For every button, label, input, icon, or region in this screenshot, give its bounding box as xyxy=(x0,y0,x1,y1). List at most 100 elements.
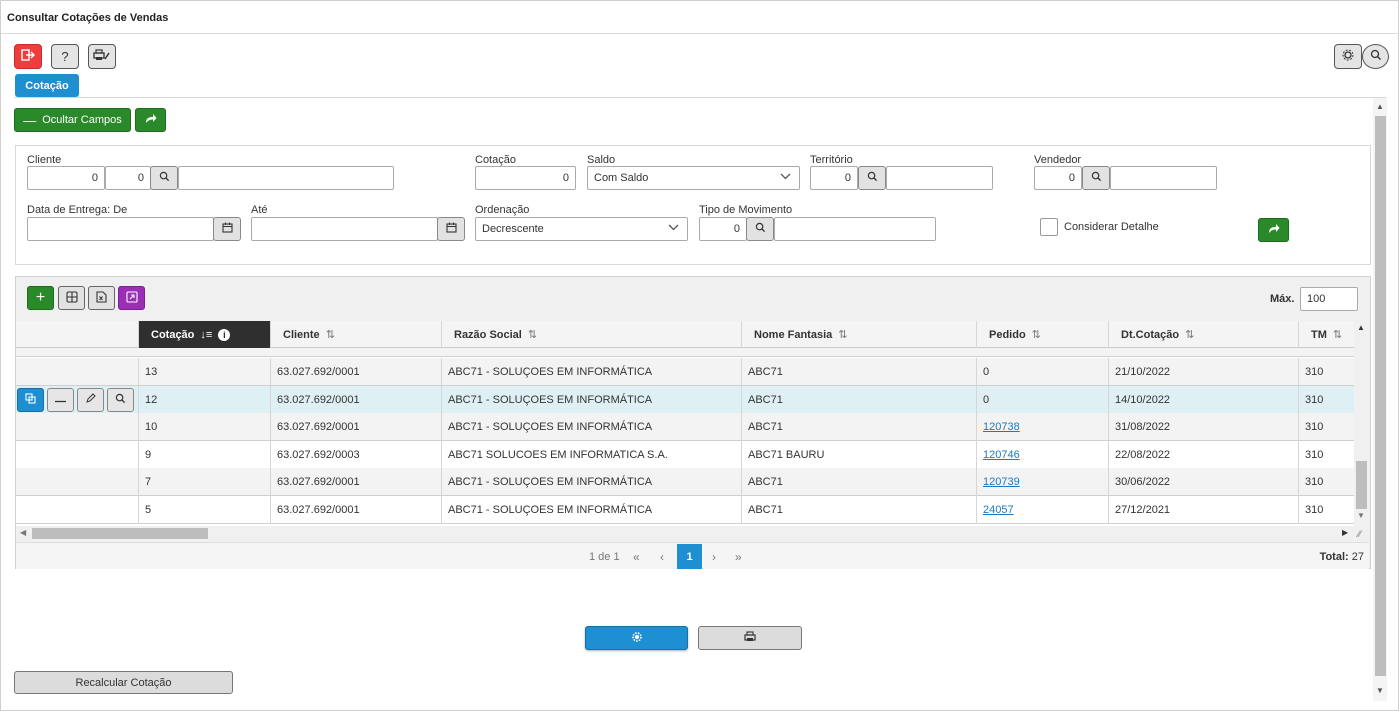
resize-handle-icon[interactable]: ⁄⁄ xyxy=(1358,529,1361,539)
cell-razao: ABC71 SOLUCOES EM INFORMATICA S.A. xyxy=(442,440,742,469)
tipo-movimento-name-field[interactable] xyxy=(774,217,936,241)
table-row[interactable]: 7 63.027.692/0001 ABC71 - SOLUÇOES EM INFO… xyxy=(16,468,1354,497)
cliente-name-field[interactable] xyxy=(178,166,394,190)
recalcular-cotacao-button[interactable]: Recalcular Cotação xyxy=(14,671,233,694)
column-header-cotacao[interactable]: Cotação ↓≡ i xyxy=(139,321,271,348)
cotacao-input[interactable]: 0 xyxy=(475,166,576,190)
table-row[interactable]: 10 63.027.692/0001 ABC71 - SOLUÇOES EM INF… xyxy=(16,413,1354,442)
scroll-up-icon[interactable]: ▲ xyxy=(1373,100,1387,114)
title-bar: Consultar Cotações de Vendas xyxy=(1,1,1398,34)
first-page-icon[interactable]: « xyxy=(633,550,640,564)
tab-cotacao[interactable]: Cotação xyxy=(15,74,79,97)
cell-data: 31/08/2022 xyxy=(1109,413,1299,442)
hide-fields-button[interactable]: — Ocultar Campos xyxy=(14,108,131,132)
saldo-select[interactable]: Com Saldo xyxy=(587,166,800,190)
data-entrega-label: Data de Entrega: De xyxy=(27,204,128,216)
exit-icon xyxy=(21,49,35,64)
cell-text: 0 xyxy=(983,366,990,378)
ordenacao-select[interactable]: Decrescente xyxy=(475,217,688,241)
territorio-code-input[interactable]: 0 xyxy=(810,166,858,190)
territorio-search-button[interactable] xyxy=(858,166,886,190)
columns-button[interactable] xyxy=(58,286,85,310)
table-row[interactable]: 12 63.027.692/0001 ABC71 - SOLUÇOES EM INF… xyxy=(16,385,1354,414)
considerar-detalhe-checkbox[interactable] xyxy=(1040,218,1058,236)
cliente-code1-input[interactable]: 0 xyxy=(27,166,105,190)
print-settings-button[interactable] xyxy=(88,44,116,69)
data-entrega-de-input[interactable] xyxy=(27,217,214,241)
considerar-detalhe-label: Considerar Detalhe xyxy=(1064,221,1159,233)
page-scrollbar[interactable]: ▲ ▼ xyxy=(1373,98,1387,701)
last-page-icon[interactable]: » xyxy=(735,550,742,564)
exit-button[interactable] xyxy=(14,44,42,69)
view-button[interactable] xyxy=(107,387,134,412)
cell-text: 22/08/2022 xyxy=(1115,448,1171,461)
next-page-icon[interactable]: › xyxy=(712,550,716,564)
table-scroll-thumb[interactable] xyxy=(1356,461,1367,509)
tipo-movimento-search-button[interactable] xyxy=(746,217,774,241)
process-button[interactable] xyxy=(585,626,688,650)
column-header-dt-cotacao[interactable]: Dt.Cotação ⇅ xyxy=(1109,321,1299,348)
apply-filters-button[interactable] xyxy=(1258,218,1289,242)
edit-button[interactable] xyxy=(77,387,104,412)
column-header-pedido[interactable]: Pedido ⇅ xyxy=(977,321,1109,348)
vendedor-search-button[interactable] xyxy=(1082,166,1110,190)
scroll-down-icon[interactable]: ▼ xyxy=(1357,511,1365,520)
expand-button[interactable] xyxy=(118,286,145,310)
column-header-tm[interactable]: TM ⇅ xyxy=(1299,321,1354,348)
cell-tm: 310 xyxy=(1299,386,1354,414)
scroll-down-icon[interactable]: ▼ xyxy=(1373,684,1387,698)
vendedor-code-input[interactable]: 0 xyxy=(1034,166,1082,190)
table-row[interactable]: 9 63.027.692/0003 ABC71 SOLUCOES EM INFORM… xyxy=(16,440,1354,469)
remove-button[interactable] xyxy=(47,387,74,412)
print-button[interactable] xyxy=(698,626,802,650)
ate-label: Até xyxy=(251,204,268,216)
column-header-nome-fantasia[interactable]: Nome Fantasia ⇅ xyxy=(742,321,977,348)
table-row[interactable]: 5 63.027.692/0001 ABC71 - SOLUÇOES EM INFO… xyxy=(16,496,1354,524)
cliente-search-button[interactable] xyxy=(150,166,178,190)
copy-button[interactable] xyxy=(17,387,44,412)
scroll-thumb[interactable] xyxy=(1375,116,1386,676)
settings-button[interactable] xyxy=(1334,44,1362,69)
cell-pedido: 120739 xyxy=(977,468,1109,497)
prev-page-icon[interactable]: ‹ xyxy=(660,550,664,564)
cliente-code2-input[interactable]: 0 xyxy=(105,166,151,190)
pedido-link[interactable]: 120746 xyxy=(983,449,1020,461)
max-input[interactable]: 100 xyxy=(1300,287,1358,311)
scroll-left-icon[interactable]: ◀ xyxy=(20,528,26,537)
cell-fantasia: ABC71 xyxy=(742,358,977,386)
add-button[interactable]: + xyxy=(27,286,54,310)
help-button[interactable]: ? xyxy=(51,44,79,69)
vendedor-name-field[interactable] xyxy=(1110,166,1217,190)
scroll-up-icon[interactable]: ▲ xyxy=(1357,323,1365,332)
cell-cliente: 63.027.692/0001 xyxy=(271,413,442,442)
cell-razao: ABC71 - SOLUÇOES EM INFORMÁTICA xyxy=(442,468,742,497)
table-horizontal-scrollbar[interactable]: ◀ ▶ ⁄⁄ xyxy=(16,526,1369,541)
pedido-link[interactable]: 24057 xyxy=(983,504,1014,516)
table-vertical-scrollbar[interactable]: ▲ ▼ xyxy=(1354,321,1369,526)
scroll-right-icon[interactable]: ▶ xyxy=(1342,528,1348,537)
pedido-link[interactable]: 120739 xyxy=(983,476,1020,488)
cell-text: 13 xyxy=(145,366,158,378)
cell-text: 63.027.692/0001 xyxy=(277,476,360,489)
ate-input[interactable] xyxy=(251,217,438,241)
table-hscroll-thumb[interactable] xyxy=(32,528,208,539)
territorio-name-field[interactable] xyxy=(886,166,993,190)
table-row[interactable]: 13 63.027.692/0001 ABC71 - SOLUÇOES EM INF… xyxy=(16,358,1354,386)
column-header-cliente[interactable]: Cliente ⇅ xyxy=(271,321,442,348)
ordenacao-selected: Decrescente xyxy=(482,223,544,235)
column-label: Cotação xyxy=(151,328,195,341)
cell-text: ABC71 BAURU xyxy=(748,448,825,461)
export-excel-button[interactable] xyxy=(88,286,115,310)
cell-fantasia: ABC71 xyxy=(742,468,977,497)
tipo-movimento-code-input[interactable]: 0 xyxy=(699,217,747,241)
data-entrega-calendar-button[interactable] xyxy=(213,217,241,241)
pedido-link[interactable]: 120738 xyxy=(983,421,1020,433)
row-actions-cell xyxy=(16,440,139,469)
column-label: Cliente xyxy=(283,328,320,341)
current-page-button[interactable]: 1 xyxy=(677,544,702,569)
global-search-button[interactable] xyxy=(1362,44,1389,69)
column-header-razao-social[interactable]: Razão Social ⇅ xyxy=(442,321,742,348)
ate-calendar-button[interactable] xyxy=(437,217,465,241)
share-button[interactable] xyxy=(135,108,166,132)
cell-data: 30/06/2022 xyxy=(1109,468,1299,497)
